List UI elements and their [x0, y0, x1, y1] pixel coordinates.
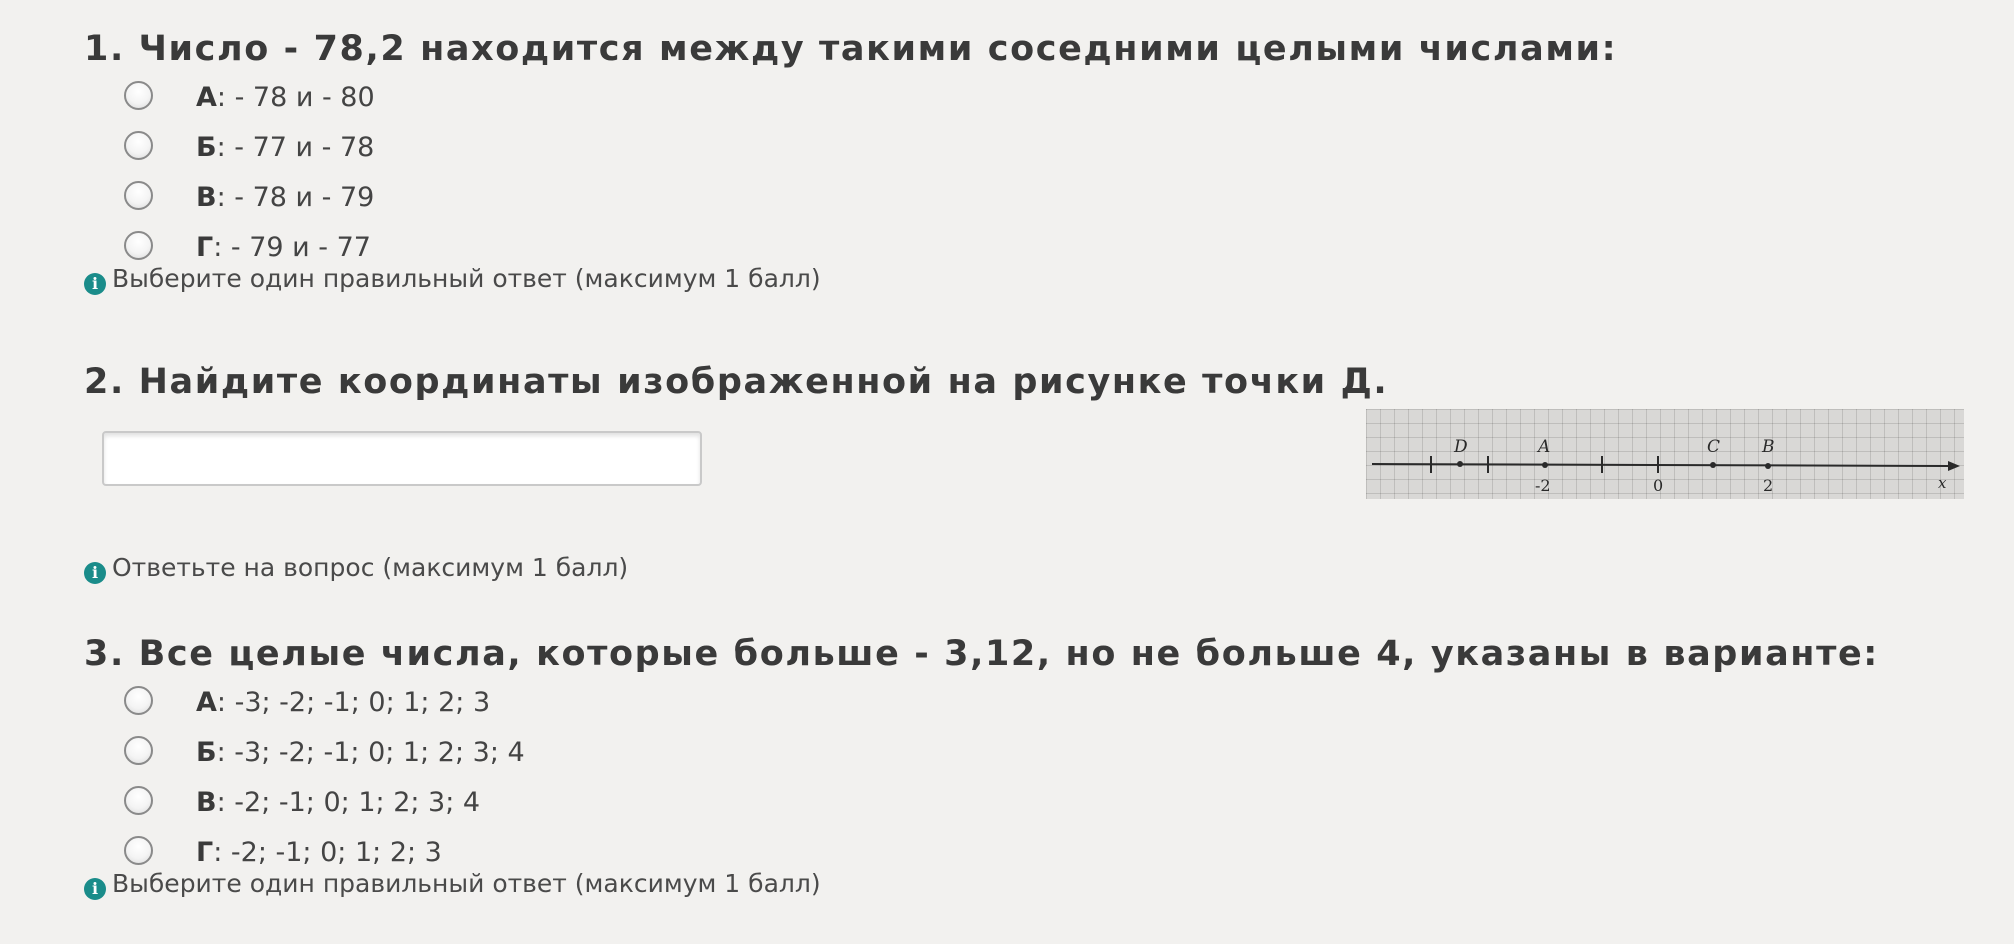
info-icon: i	[84, 562, 106, 584]
point-b-dot	[1765, 463, 1771, 469]
point-c-label: C	[1707, 437, 1720, 457]
option-letter: А	[196, 82, 217, 113]
q3-option-c[interactable]: В: -2; -1; 0; 1; 2; 3; 4	[84, 783, 1984, 833]
answer-input[interactable]	[102, 431, 702, 486]
option-text: : - 78 и - 80	[216, 82, 375, 113]
option-letter: А	[196, 687, 217, 718]
axis-label: x	[1938, 474, 1947, 492]
tick-label: 0	[1653, 476, 1663, 495]
radio-button[interactable]	[124, 81, 153, 110]
question-3-title: 3. Все целые числа, которые больше - 3,1…	[84, 634, 1879, 674]
option-letter: В	[196, 182, 217, 213]
option-text: : - 77 и - 78	[216, 132, 375, 163]
option-letter: В	[196, 787, 217, 818]
option-letter: Г	[196, 232, 214, 263]
tick-label: 2	[1763, 476, 1773, 495]
tick-label: -2	[1535, 476, 1551, 495]
point-d-dot	[1457, 461, 1463, 467]
hint-text: Выберите один правильный ответ (максимум…	[112, 869, 821, 898]
option-text: : - 78 и - 79	[216, 182, 375, 213]
question-2: 2. Найдите координаты изображенной на ри…	[84, 357, 1984, 407]
radio-button[interactable]	[124, 231, 153, 260]
q3-option-a[interactable]: А: -3; -2; -1; 0; 1; 2; 3	[84, 683, 1984, 733]
number-line-figure: D A C B -2 0 2 x	[1366, 409, 1964, 499]
radio-button[interactable]	[124, 786, 153, 815]
q1-option-b[interactable]: Б: - 77 и - 78	[84, 128, 1984, 178]
question-2-hint-wrap: i Ответьте на вопрос (максимум 1 балл)	[84, 551, 1984, 585]
number-line-svg: D A C B -2 0 2 x	[1371, 437, 1960, 495]
radio-button[interactable]	[124, 181, 153, 210]
q1-option-c[interactable]: В: - 78 и - 79	[84, 178, 1984, 228]
option-text: : -3; -2; -1; 0; 1; 2; 3	[216, 687, 491, 718]
option-text: : -2; -1; 0; 1; 2; 3	[213, 837, 442, 868]
q1-option-a[interactable]: А: - 78 и - 80	[84, 78, 1984, 128]
question-1: 1. Число - 78,2 находится между такими с…	[84, 24, 1984, 296]
option-text: : - 79 и - 77	[213, 232, 371, 263]
question-2-hint: i Ответьте на вопрос (максимум 1 балл)	[84, 551, 1984, 585]
q3-option-d[interactable]: Г: -2; -1; 0; 1; 2; 3	[84, 833, 1984, 868]
option-letter: Б	[196, 737, 217, 768]
point-c-dot	[1710, 462, 1716, 468]
question-3-options: А: -3; -2; -1; 0; 1; 2; 3 Б: -3; -2; -1;…	[84, 683, 1984, 868]
option-text: : -3; -2; -1; 0; 1; 2; 3; 4	[216, 737, 525, 768]
question-1-options: А: - 78 и - 80 Б: - 77 и - 78 В: - 78 и …	[84, 78, 1984, 263]
option-letter: Б	[196, 132, 217, 163]
hint-text: Выберите один правильный ответ (максимум…	[112, 264, 821, 293]
question-2-title: 2. Найдите координаты изображенной на ри…	[84, 362, 1389, 402]
hint-text: Ответьте на вопрос (максимум 1 балл)	[112, 553, 629, 582]
option-letter: Г	[196, 837, 214, 868]
point-a-label: A	[1536, 437, 1550, 457]
question-3-hint: i Выберите один правильный ответ (максиму…	[84, 867, 1984, 901]
question-1-title: 1. Число - 78,2 находится между такими с…	[84, 29, 1618, 69]
question-3: 3. Все целые числа, которые больше - 3,1…	[84, 629, 1984, 901]
point-d-label: D	[1453, 437, 1468, 457]
option-text: : -2; -1; 0; 1; 2; 3; 4	[216, 787, 481, 818]
question-1-hint: i Выберите один правильный ответ (максиму…	[84, 262, 1984, 296]
q1-option-d[interactable]: Г: - 79 и - 77	[84, 228, 1984, 263]
info-icon: i	[84, 273, 106, 295]
q3-option-b[interactable]: Б: -3; -2; -1; 0; 1; 2; 3; 4	[84, 733, 1984, 783]
info-icon: i	[84, 878, 106, 900]
radio-button[interactable]	[124, 131, 153, 160]
radio-button[interactable]	[124, 736, 153, 765]
radio-button[interactable]	[124, 686, 153, 715]
point-b-label: B	[1761, 437, 1775, 457]
radio-button[interactable]	[124, 836, 153, 865]
axis-arrow	[1948, 461, 1960, 471]
point-a-dot	[1542, 462, 1548, 468]
